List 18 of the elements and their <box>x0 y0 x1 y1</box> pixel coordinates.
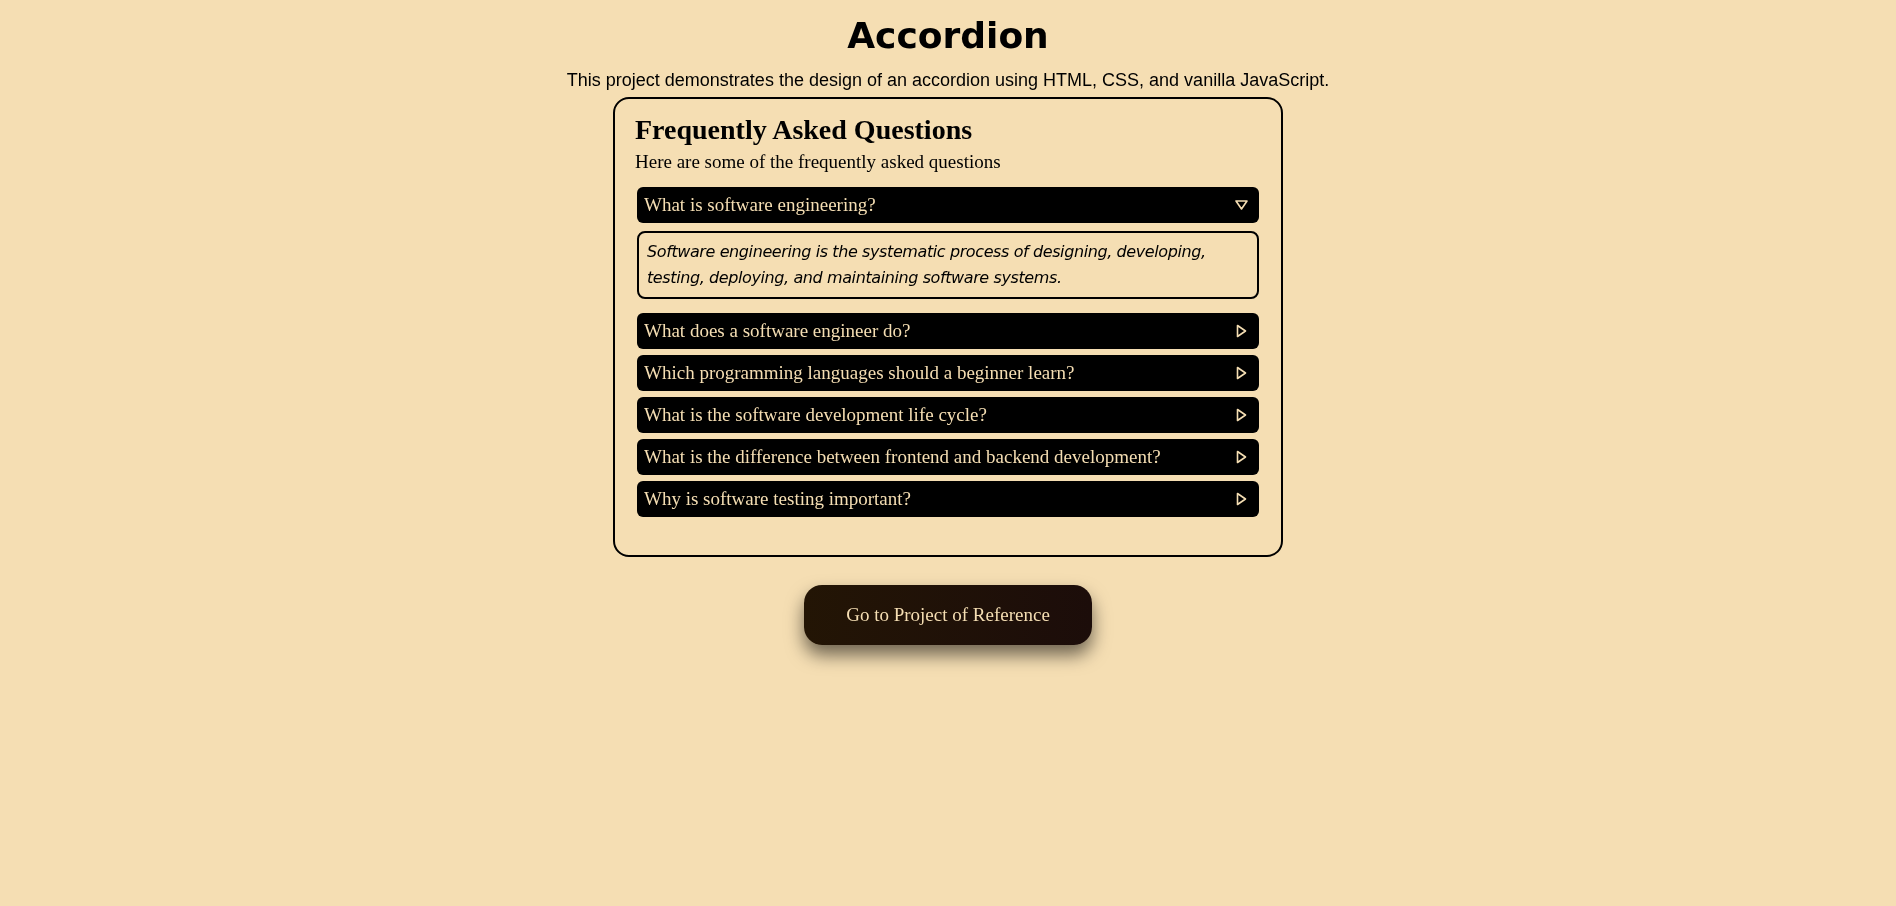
triangle-icon <box>1234 199 1249 211</box>
faq-intro: Here are some of the frequently asked questions <box>635 151 1002 173</box>
question-toggle[interactable]: What is the software development life cycle? <box>637 397 1259 433</box>
triangle-icon <box>1236 366 1247 380</box>
page-description: This project demonstrates the design of an accordion using HTML, CSS, and vanilla JavaScript. <box>566 70 1330 91</box>
page-title: Accordion <box>847 14 1049 58</box>
answer-text: Software engineering is the systematic process of designing, developing, testing, deploying, and maintaining software systems. <box>637 231 1259 299</box>
triangle-icon <box>1236 450 1247 464</box>
triangle-icon <box>1236 408 1247 422</box>
triangle-icon <box>1236 324 1247 338</box>
question-toggle[interactable]: Which programming languages should a beginner learn? <box>637 355 1259 391</box>
question-toggle[interactable]: What is software engineering? <box>637 187 1259 223</box>
reference-button[interactable]: Go to Project of Reference <box>804 585 1092 645</box>
faq-heading: Frequently Asked Questions <box>635 113 974 147</box>
triangle-icon <box>1236 492 1247 506</box>
question-toggle[interactable]: Why is software testing important? <box>637 481 1259 517</box>
question-toggle[interactable]: What does a software engineer do? <box>637 313 1259 349</box>
question-toggle[interactable]: What is the difference between frontend and backend development? <box>637 439 1259 475</box>
